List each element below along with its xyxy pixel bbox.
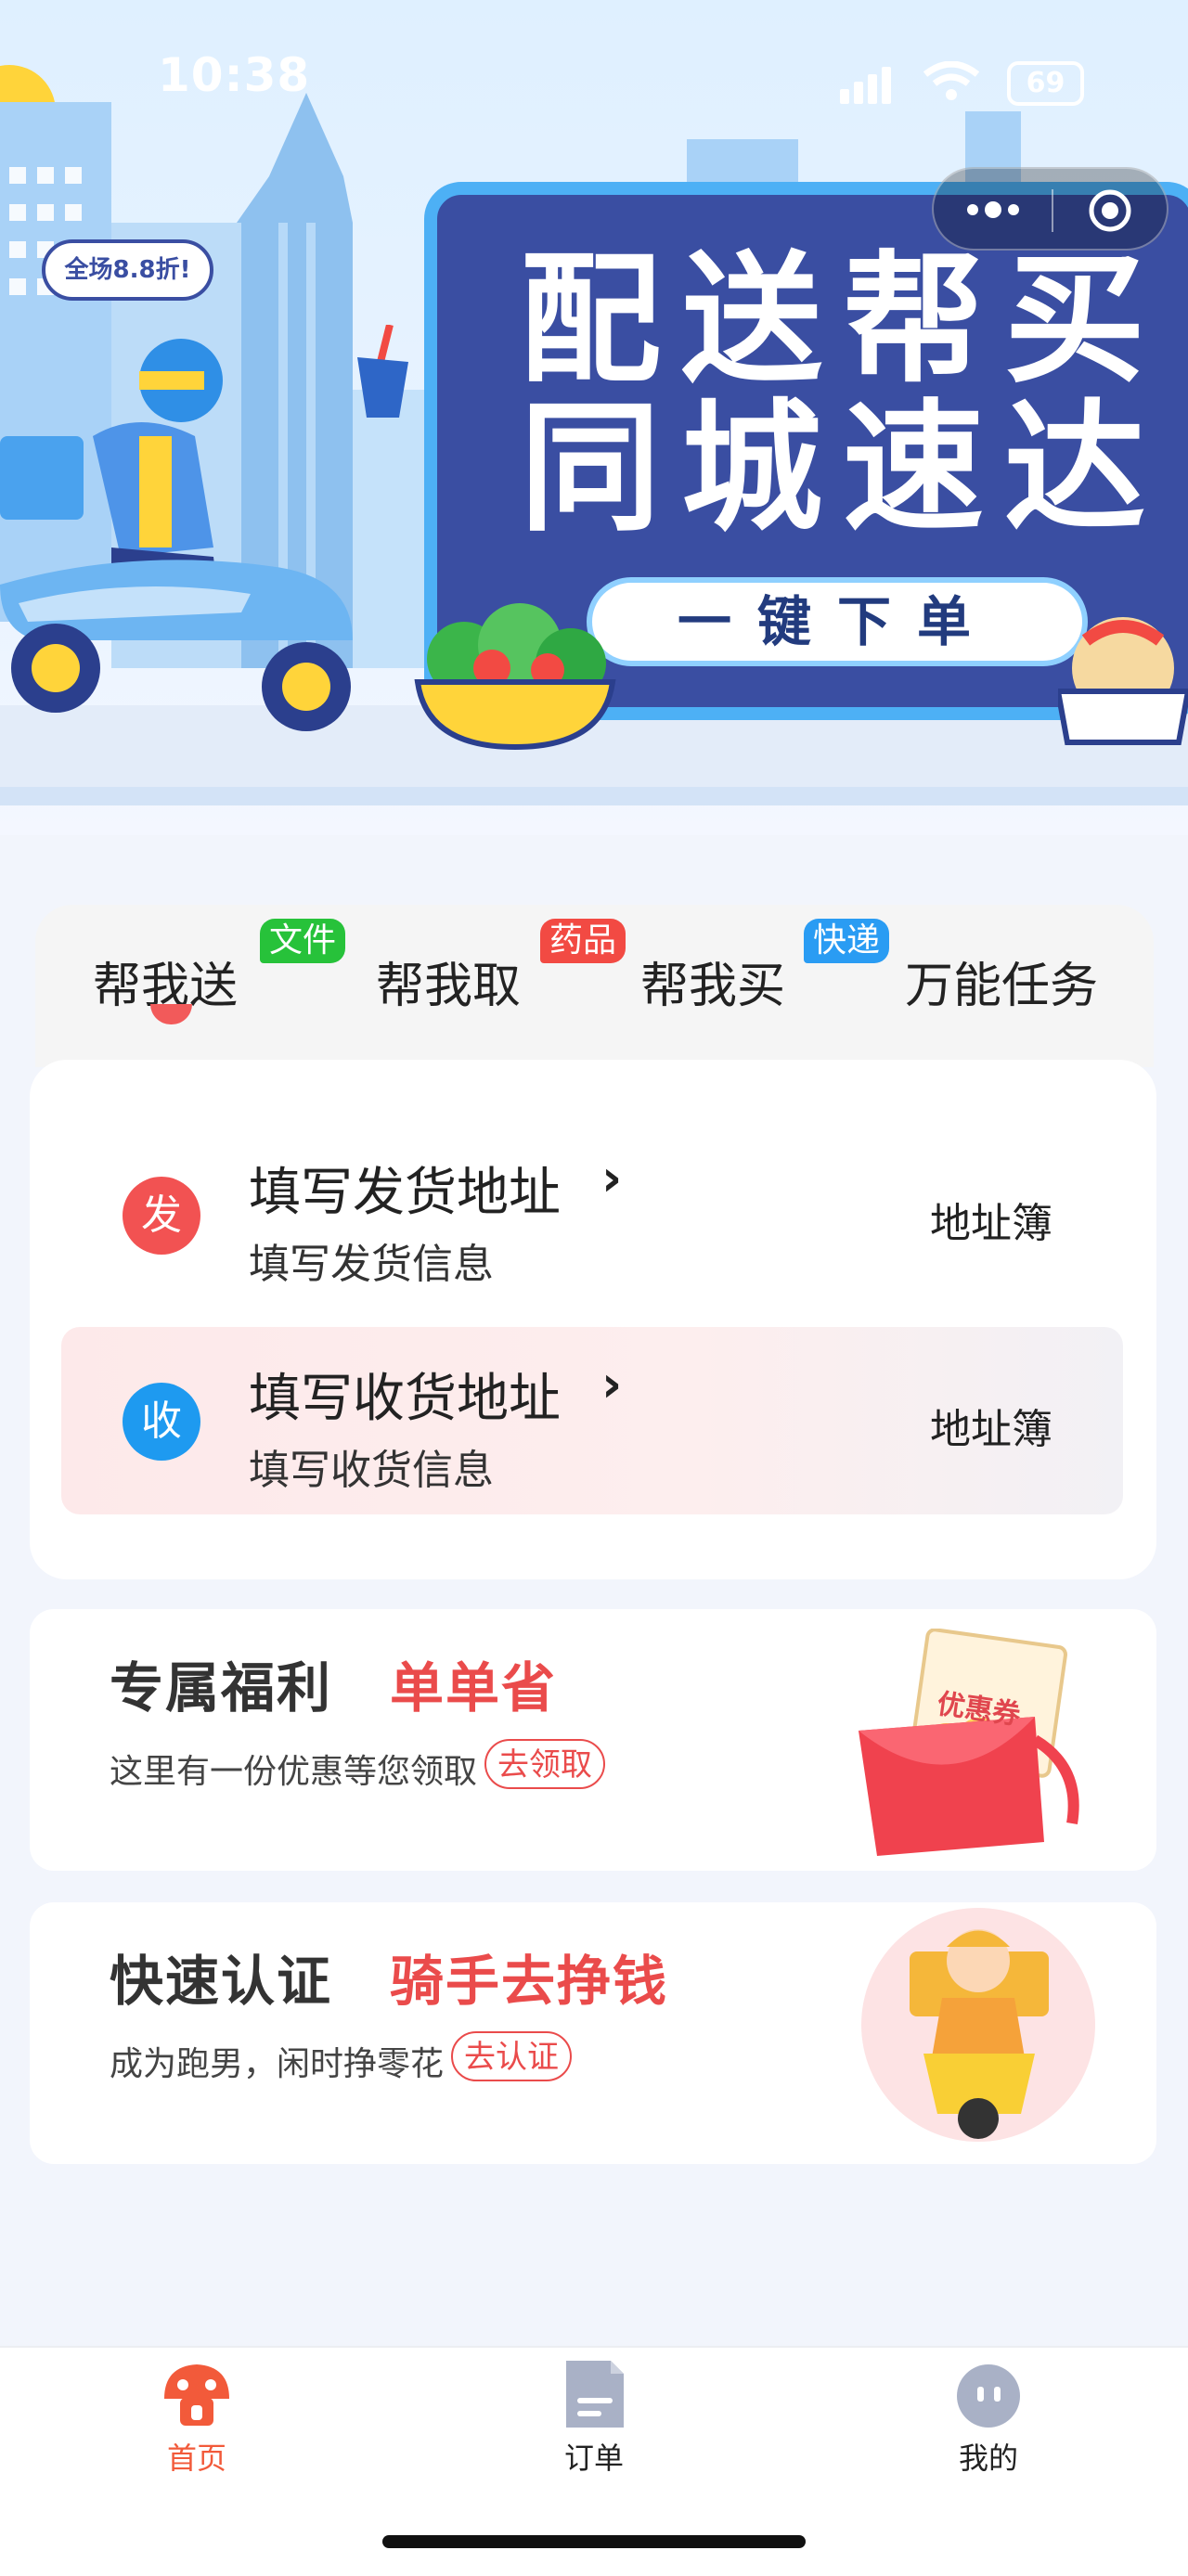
more-menu-icon[interactable] <box>960 191 1027 228</box>
nav-home-label: 首页 <box>166 2441 226 2476</box>
cellular-signal-icon <box>840 67 891 104</box>
receiver-badge: 收 <box>123 1383 200 1461</box>
claim-coupon-button[interactable]: 去领取 <box>484 1739 605 1789</box>
tab-universal-task[interactable]: 万能任务 <box>905 947 1098 1016</box>
sender-badge: 发 <box>123 1177 200 1255</box>
target-circle-icon <box>1089 189 1131 232</box>
banner-title-line2: 同城速达 <box>520 386 1166 550</box>
nav-home[interactable]: 首页 <box>141 2357 252 2478</box>
delivery-rider-illustration <box>0 339 353 731</box>
road-stripe <box>0 787 1188 805</box>
tab-help-buy[interactable]: 帮我买 <box>640 947 785 1016</box>
welfare-subtitle: 这里有一份优惠等您领取 <box>110 1753 478 1791</box>
certification-subtitle: 成为跑男，闲时挣零花 <box>110 2045 445 2083</box>
wifi-icon <box>923 61 979 100</box>
status-time: 10:38 <box>158 48 311 102</box>
tag-medicine: 药品 <box>540 919 626 963</box>
hero-banner[interactable]: 全场8.8折! 配送帮买 同城速达 一键下单 <box>0 0 1188 835</box>
sender-subtitle: 填写发货信息 <box>249 1241 494 1288</box>
sender-title: 填写发货地址 <box>249 1163 561 1223</box>
nav-orders[interactable]: 订单 <box>538 2357 650 2478</box>
tag-file: 文件 <box>260 919 346 963</box>
receiver-address-book-link[interactable]: 地址簿 <box>930 1396 1052 1455</box>
tab-help-pickup[interactable]: 帮我取 <box>376 947 521 1016</box>
go-certify-button[interactable]: 去认证 <box>451 2031 572 2081</box>
certification-highlight: 骑手去挣钱 <box>390 1950 669 2013</box>
salad-bowl-illustration <box>414 603 616 751</box>
chevron-right-icon: › <box>601 1149 623 1207</box>
receiver-subtitle: 填写收货信息 <box>249 1447 494 1494</box>
welfare-title: 专属福利 <box>110 1656 333 1719</box>
nav-profile[interactable]: 我的 <box>933 2357 1044 2478</box>
profile-face-icon <box>957 2364 1020 2428</box>
more-dots-icon <box>967 201 1019 218</box>
nav-orders-label: 订单 <box>563 2441 624 2476</box>
order-now-button[interactable]: 一键下单 <box>587 577 1088 666</box>
battery-indicator: 69 <box>1007 61 1084 106</box>
tag-express: 快递 <box>804 919 890 963</box>
sender-address-book-link[interactable]: 地址簿 <box>930 1190 1052 1249</box>
discount-badge: 全场8.8折! <box>42 239 213 301</box>
drink-cup-illustration <box>357 325 408 418</box>
coupon-envelope-illustration: 优惠券 <box>849 1629 1091 1861</box>
nav-profile-label: 我的 <box>958 2441 1018 2476</box>
banner-title-line1: 配送帮买 <box>520 238 1166 402</box>
red-envelope-icon <box>859 1629 1079 1856</box>
home-indicator[interactable] <box>382 2535 806 2548</box>
receiver-title: 填写收货地址 <box>249 1369 561 1429</box>
order-document-icon <box>566 2361 624 2428</box>
home-mushroom-icon <box>164 2364 229 2426</box>
rider-scooter-illustration <box>861 1908 1095 2142</box>
miniprogram-capsule <box>932 167 1169 251</box>
chevron-right-icon: › <box>601 1355 623 1413</box>
welfare-highlight: 单单省 <box>390 1656 558 1719</box>
close-miniprogram-icon[interactable] <box>1087 187 1133 234</box>
certification-title: 快速认证 <box>110 1950 333 2013</box>
banner-title: 配送帮买 同城速达 <box>520 246 1166 543</box>
noodle-bowl-illustration <box>1058 617 1188 745</box>
capsule-divider <box>1052 189 1053 232</box>
